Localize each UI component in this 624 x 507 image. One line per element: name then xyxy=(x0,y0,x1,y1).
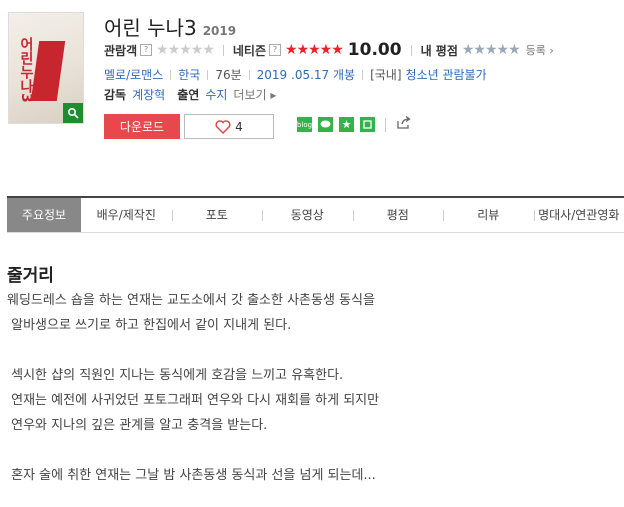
release-date[interactable]: 2019 .05.17 개봉 xyxy=(257,66,355,83)
movie-poster[interactable]: 어린누나3 xyxy=(8,12,84,124)
cast-link[interactable]: 수지 xyxy=(205,86,227,103)
synopsis-line: 혼자 술에 취한 연재는 그날 밤 사촌동생 동식과 선을 넘게 되는데... xyxy=(7,468,376,483)
memo-share-icon[interactable] xyxy=(360,117,375,132)
download-button[interactable]: 다운로드 xyxy=(104,114,180,139)
tab-video[interactable]: 동영상 xyxy=(262,198,353,232)
netizen-score: 10.00 xyxy=(347,40,402,60)
movie-title: 어린 누나3 xyxy=(104,16,197,40)
audience-stars: ★★★★★ xyxy=(156,42,215,58)
share-icon[interactable] xyxy=(396,115,412,134)
netizen-stars: ★★★★★ xyxy=(285,42,344,58)
rating-region: [국내] xyxy=(370,68,402,82)
synopsis-line: 섹시한 샵의 직원인 지나는 동식에게 호감을 느끼고 유혹한다. xyxy=(7,368,344,383)
tab-bar: 주요정보 배우/제작진 포토 동영상 평점 리뷰 명대사/연관영화 xyxy=(7,196,624,233)
runtime: 76분 xyxy=(215,68,242,82)
netizen-help-icon[interactable]: ? xyxy=(269,44,282,56)
divider xyxy=(385,117,386,132)
my-rating-label: 내 평점 xyxy=(420,43,458,58)
poster-red-ribbon xyxy=(30,41,66,101)
divider xyxy=(207,69,209,80)
tab-review[interactable]: 리뷰 xyxy=(443,198,534,232)
netizen-rating-label: 네티즌 xyxy=(232,43,267,58)
age-rating-link[interactable]: 청소년 관람불가 xyxy=(406,66,487,83)
tab-cast-crew[interactable]: 배우/제작진 xyxy=(81,198,172,232)
my-rating-stars[interactable]: ★★★★★ xyxy=(462,42,521,58)
director-label: 감독 xyxy=(104,88,127,102)
synopsis-line: 알바생으로 쓰기로 하고 한집에서 같이 지내게 된다. xyxy=(7,318,292,333)
cast-label: 출연 xyxy=(177,88,200,102)
synopsis-line: 웨딩드레스 숍을 하는 연재는 교도소에서 갓 출소한 사촌동생 동식을 xyxy=(7,293,375,308)
movie-year: 2019 xyxy=(202,24,237,38)
tab-quotes-related[interactable]: 명대사/연관영화 xyxy=(533,198,624,232)
title-row: 어린 누나3 2019 xyxy=(104,12,236,41)
share-bar: blog ★ xyxy=(297,115,412,134)
more-cast-label: 더보기 xyxy=(233,88,267,102)
blog-share-icon[interactable]: blog xyxy=(297,117,312,132)
heart-icon xyxy=(215,119,231,134)
synopsis-heading: 줄거리 xyxy=(7,266,54,286)
divider xyxy=(222,44,224,56)
rating-row: 관람객 ? ★★★★★ 네티즌 ? ★★★★★ 10.00 내 평점 ★★★★★… xyxy=(104,40,554,60)
like-button[interactable]: 4 xyxy=(184,114,274,139)
genre-link[interactable]: 멜로/로맨스 xyxy=(104,66,163,83)
movie-info-row: 멜로/로맨스 한국 76분 2019 .05.17 개봉 [국내] 청소년 관람… xyxy=(104,66,487,83)
audience-help-icon[interactable]: ? xyxy=(140,44,153,56)
zoom-icon[interactable] xyxy=(63,103,83,123)
divider xyxy=(248,69,250,80)
tab-ratings[interactable]: 평점 xyxy=(352,198,444,232)
bookmark-star-icon[interactable]: ★ xyxy=(339,117,354,132)
poster-title-art: 어린누나3 xyxy=(18,37,34,103)
divider xyxy=(362,69,364,80)
synopsis-line: 연재는 예전에 사귀었던 포토그래퍼 연우와 다시 재회를 하게 되지만 xyxy=(7,393,380,408)
like-count: 4 xyxy=(235,119,243,134)
audience-rating-label: 관람객 xyxy=(104,43,138,58)
divider xyxy=(410,44,412,56)
credits-row: 감독 계장혁 출연 수지 더보기 ▸ xyxy=(104,86,276,103)
country-link[interactable]: 한국 xyxy=(178,66,200,83)
director-link[interactable]: 계장혁 xyxy=(132,86,165,103)
synopsis-text: 웨딩드레스 숍을 하는 연재는 교도소에서 갓 출소한 사촌동생 동식을 알바생… xyxy=(7,288,617,488)
tab-main-info[interactable]: 주요정보 xyxy=(7,198,81,232)
synopsis-line xyxy=(7,338,617,363)
divider xyxy=(170,69,172,80)
synopsis-line xyxy=(7,438,617,463)
more-cast-link[interactable]: 더보기 ▸ xyxy=(233,86,276,103)
register-rating-label: 등록 xyxy=(525,44,546,57)
register-rating-link[interactable]: 등록 › xyxy=(526,42,554,58)
tab-photo[interactable]: 포토 xyxy=(171,198,263,232)
talk-share-icon[interactable] xyxy=(318,117,333,132)
synopsis-line: 연우와 지나의 깊은 관계를 알고 충격을 받는다. xyxy=(7,418,268,433)
